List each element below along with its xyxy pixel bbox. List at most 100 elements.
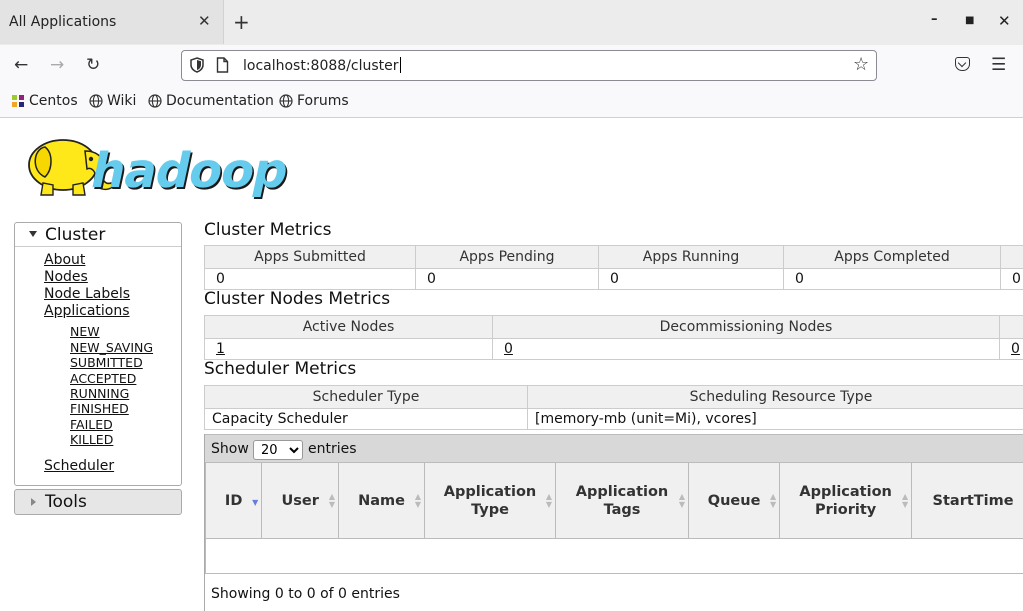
metric-value: 0 — [415, 268, 599, 290]
sidebar-item-applications[interactable]: Applications — [44, 303, 130, 319]
applications-toolbar: Show 20 entries — [205, 434, 1023, 462]
sidebar-item-nodes[interactable]: Nodes — [44, 269, 88, 285]
sidebar-item-node-labels[interactable]: Node Labels — [44, 286, 130, 302]
column-header: Active Nodes — [204, 315, 493, 339]
table-row: Capacity Scheduler [memory-mb (unit=Mi),… — [204, 408, 1023, 430]
metric-value: 0 — [783, 268, 1001, 290]
table-header-row: Apps Submitted Apps Pending Apps Running… — [204, 245, 1023, 269]
sidebar-item-scheduler[interactable]: Scheduler — [44, 458, 114, 474]
navigation-toolbar: ← → ↻ localhost:8088/cluster ☆ ☰ — [0, 45, 1023, 87]
column-header-user[interactable]: User ▲ ▼ — [261, 462, 340, 539]
bookmark-star-icon[interactable]: ☆ — [853, 54, 869, 75]
table-header-row: ID ▼ User ▲ ▼ Name ▲ ▼ Application Type ▲ ▼ App… — [204, 462, 1023, 539]
app-state-new[interactable]: NEW — [70, 324, 100, 339]
reload-icon[interactable]: ↻ — [86, 55, 100, 75]
bookmark-forums[interactable]: Forums — [279, 93, 349, 109]
sort-icon: ▲ ▼ — [901, 492, 909, 509]
scheduler-metrics-table: Scheduler Type Scheduling Resource Type … — [204, 385, 1023, 430]
sort-icon: ▲ ▼ — [769, 492, 777, 509]
sort-desc-icon: ▼ — [252, 498, 259, 507]
window-close-icon[interactable]: ✕ — [998, 12, 1011, 30]
window-minimize-icon[interactable]: – — [931, 12, 938, 27]
svg-text:hadoop: hadoop — [86, 143, 293, 198]
bookmark-wiki[interactable]: Wiki — [89, 93, 136, 109]
decommissioning-nodes-link[interactable]: 0 — [504, 341, 513, 357]
cluster-metrics-table: Apps Submitted Apps Pending Apps Running… — [204, 245, 1023, 290]
nodes-metrics-title: Cluster Nodes Metrics — [204, 289, 391, 309]
menu-icon[interactable]: ☰ — [991, 55, 1006, 75]
app-state-new-saving[interactable]: NEW_SAVING — [70, 340, 153, 355]
shield-icon[interactable] — [190, 57, 204, 73]
back-icon[interactable]: ← — [14, 55, 28, 75]
cluster-title: Cluster — [45, 225, 106, 245]
scheduler-metrics-title: Scheduler Metrics — [204, 359, 357, 379]
column-header: Apps Running — [598, 245, 784, 269]
column-header-application-tags[interactable]: Application Tags ▲ ▼ — [554, 462, 690, 539]
cluster-section-header[interactable]: Cluster — [15, 223, 181, 247]
tab-close-icon[interactable]: ✕ — [198, 12, 211, 30]
column-header: Apps Completed — [783, 245, 1001, 269]
tab-title: All Applications — [9, 14, 117, 30]
app-state-accepted[interactable]: ACCEPTED — [70, 371, 136, 386]
app-state-finished[interactable]: FINISHED — [70, 401, 129, 416]
show-label: Show — [211, 441, 249, 457]
url-text[interactable]: localhost:8088/cluster — [243, 57, 401, 74]
hadoop-logo[interactable]: hadoop hadoop — [15, 127, 315, 199]
column-header-id[interactable]: ID ▼ — [204, 462, 263, 539]
table-info: Showing 0 to 0 of 0 entries — [211, 586, 400, 602]
sort-icon: ▲ ▼ — [678, 492, 686, 509]
globe-icon — [148, 94, 162, 108]
table-header-row: Scheduler Type Scheduling Resource Type — [204, 385, 1023, 409]
bookmark-centos[interactable]: Centos — [11, 93, 78, 109]
expand-arrow-icon[interactable] — [31, 498, 36, 506]
app-state-submitted[interactable]: SUBMITTED — [70, 355, 143, 370]
centos-icon — [12, 95, 24, 107]
active-nodes-link[interactable]: 1 — [216, 341, 225, 357]
entries-label: entries — [308, 441, 357, 457]
bookmarks-bar: Centos Wiki Documentation Forums — [0, 87, 1023, 118]
app-state-killed[interactable]: KILLED — [70, 432, 113, 447]
column-header-name[interactable]: Name ▲ ▼ — [338, 462, 425, 539]
table-row: 1 0 0 — [204, 338, 1023, 360]
column-header: Decommissioning Nodes — [492, 315, 1000, 339]
bookmark-documentation[interactable]: Documentation — [148, 93, 274, 109]
pocket-icon[interactable] — [955, 57, 970, 71]
sort-icon: ▲ ▼ — [414, 492, 421, 509]
nodes-metrics-table: Active Nodes Decommissioning Nodes 1 0 0 — [204, 315, 1023, 360]
column-header-queue[interactable]: Queue ▲ ▼ — [688, 462, 781, 539]
tools-section-header[interactable]: Tools — [14, 489, 182, 515]
applications-panel: Show 20 entries ID ▼ User ▲ ▼ Name ▲ ▼ Applic… — [204, 434, 1023, 611]
column-header-application-priority[interactable]: Application Priority ▲ ▼ — [779, 462, 913, 539]
metric-value: 0 — [204, 268, 416, 290]
tab-bar: All Applications ✕ + – ■ ✕ — [0, 0, 1023, 45]
page-icon[interactable] — [216, 57, 229, 73]
app-state-running[interactable]: RUNNING — [70, 386, 129, 401]
forward-icon[interactable]: → — [50, 55, 64, 75]
column-header-starttime[interactable]: StartTime▲▼ — [911, 462, 1023, 539]
column-header — [999, 315, 1023, 339]
page-content: hadoop hadoop Cluster About Nodes Node L… — [0, 119, 1023, 611]
globe-icon — [279, 94, 293, 108]
nodes-metric-link[interactable]: 0 — [1011, 341, 1020, 357]
cluster-metrics-title: Cluster Metrics — [204, 220, 332, 240]
column-header-application-type[interactable]: Application Type ▲ ▼ — [424, 462, 556, 539]
browser-tab[interactable]: All Applications ✕ — [0, 0, 224, 44]
column-header: Apps Pending — [415, 245, 599, 269]
table-header-row: Active Nodes Decommissioning Nodes — [204, 315, 1023, 339]
sort-icon: ▲ ▼ — [328, 492, 336, 509]
sidebar-item-about[interactable]: About — [44, 252, 85, 268]
sort-icon: ▲ ▼ — [545, 492, 552, 509]
column-header: Apps Submitted — [204, 245, 416, 269]
column-header: Scheduler Type — [204, 385, 528, 409]
column-header — [1000, 245, 1023, 269]
url-bar[interactable]: localhost:8088/cluster ☆ — [181, 50, 877, 81]
metric-value: 0 — [1000, 268, 1023, 290]
column-header: Scheduling Resource Type — [527, 385, 1023, 409]
window-maximize-icon[interactable]: ■ — [965, 15, 974, 26]
collapse-arrow-icon[interactable] — [29, 231, 37, 237]
applications-table: ID ▼ User ▲ ▼ Name ▲ ▼ Application Type ▲ ▼ App… — [204, 462, 1023, 574]
app-state-failed[interactable]: FAILED — [70, 417, 113, 432]
entries-per-page-select[interactable]: 20 — [253, 440, 303, 460]
scheduler-type-value: Capacity Scheduler — [204, 408, 528, 430]
new-tab-icon[interactable]: + — [233, 10, 250, 34]
